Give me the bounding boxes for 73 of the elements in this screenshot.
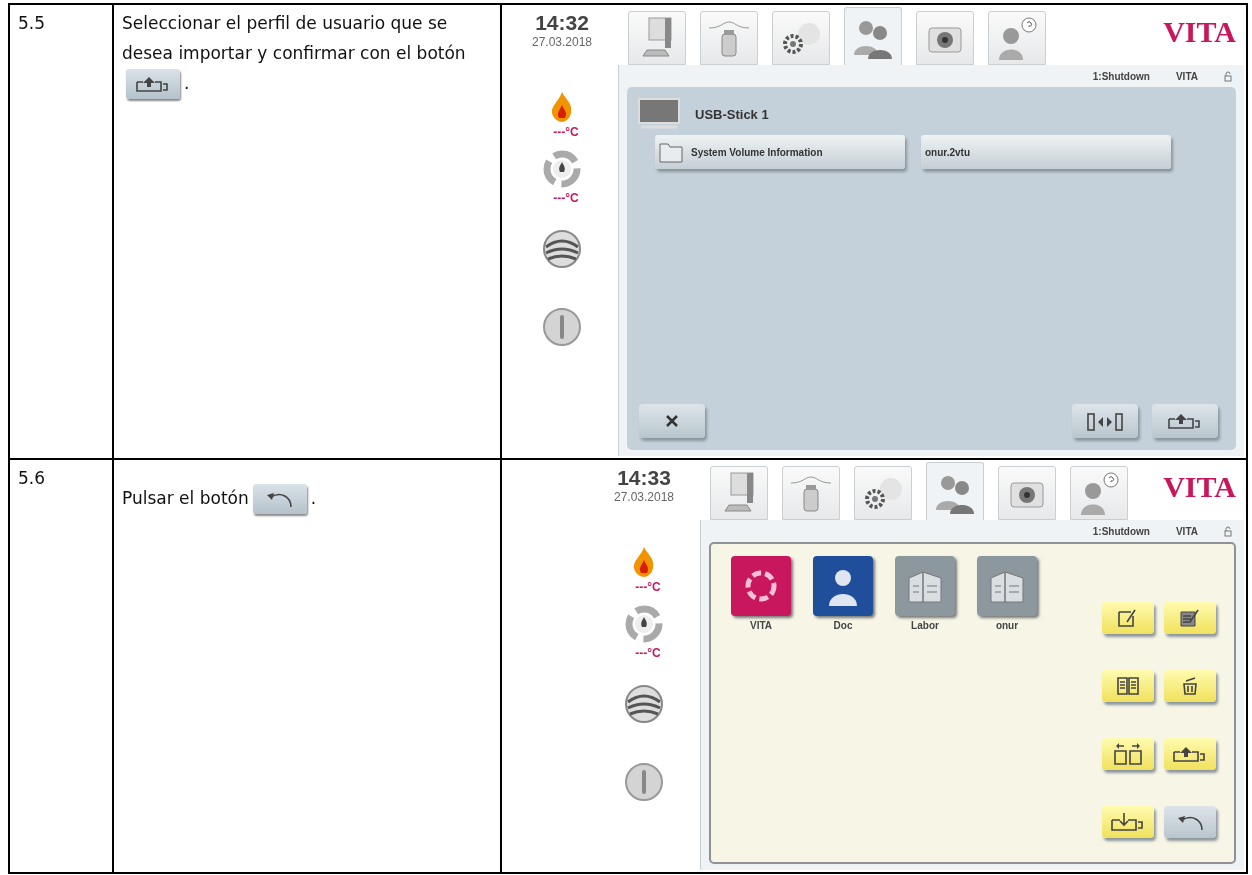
temperature-reading: ---°C xyxy=(553,191,579,205)
upload-icon xyxy=(135,74,171,93)
profile-tile[interactable] xyxy=(731,556,791,616)
punctuation: . xyxy=(184,72,190,93)
instruction-text: Seleccionar el perfil de usuario que se desea importar y confirmar con el botón xyxy=(122,13,466,63)
edit-icon xyxy=(1117,608,1139,628)
profile-tile[interactable] xyxy=(813,556,873,616)
step-number: 5.5 xyxy=(18,13,46,33)
power-button-icon[interactable] xyxy=(542,307,582,347)
monitor-icon xyxy=(637,97,681,131)
trash-icon xyxy=(1180,676,1200,696)
step-number: 5.6 xyxy=(18,468,46,488)
tab[interactable] xyxy=(998,466,1056,520)
profile-tile[interactable] xyxy=(977,556,1037,616)
folder-icon xyxy=(659,141,683,163)
punctuation: . xyxy=(310,488,317,508)
action-button[interactable] xyxy=(1102,670,1154,702)
clock-date: 27.03.2018 xyxy=(531,35,593,49)
file-entry[interactable]: onur.2vtu xyxy=(921,135,1171,169)
action-button[interactable] xyxy=(1164,806,1216,838)
program-status: 1:Shutdown xyxy=(1092,70,1150,82)
waves-icon[interactable] xyxy=(542,229,582,269)
lock-icon xyxy=(1224,70,1232,82)
edit-document-icon xyxy=(1179,608,1201,628)
drive-name: USB-Stick 1 xyxy=(695,106,769,122)
profile-name: Doc xyxy=(833,620,853,631)
tab[interactable] xyxy=(916,11,974,65)
clock-date: 27.03.2018 xyxy=(613,490,675,504)
tab[interactable] xyxy=(844,7,902,65)
swap-cards-icon xyxy=(1113,742,1143,766)
instruction-text: Pulsar el botón xyxy=(122,488,249,508)
action-button[interactable] xyxy=(1102,738,1154,770)
temperature-reading: ---°C xyxy=(553,125,579,139)
undo-arrow-icon xyxy=(266,490,294,508)
close-icon xyxy=(665,414,679,428)
upload-icon xyxy=(1167,412,1203,430)
profile-name: onur xyxy=(995,620,1019,631)
copy-icon xyxy=(1116,676,1140,696)
tab[interactable] xyxy=(926,462,984,520)
cycle-flame-icon xyxy=(542,149,582,189)
tab[interactable] xyxy=(710,466,768,520)
waves-icon[interactable] xyxy=(624,684,664,724)
clock-time: 14:32 xyxy=(535,11,589,35)
user-status: VITA xyxy=(1175,70,1198,82)
file-entry[interactable]: System Volume Information xyxy=(655,135,905,169)
action-button[interactable] xyxy=(1152,404,1218,438)
action-button[interactable] xyxy=(1164,602,1216,634)
action-button[interactable] xyxy=(639,404,705,438)
action-button[interactable] xyxy=(1102,602,1154,634)
tab[interactable] xyxy=(628,11,686,65)
profile-name: Labor xyxy=(911,620,939,631)
action-button[interactable] xyxy=(1164,738,1216,770)
clock-time: 14:33 xyxy=(617,466,671,490)
temperature-reading: ---°C xyxy=(635,580,661,594)
user-status: VITA xyxy=(1175,525,1198,537)
download-icon xyxy=(1110,812,1146,832)
profile-name: VITA xyxy=(749,620,772,631)
upload-icon xyxy=(1172,745,1208,763)
lock-icon xyxy=(1224,525,1232,537)
undo-arrow-icon xyxy=(1176,813,1204,831)
cycle-flame-icon xyxy=(624,604,664,644)
logo-text: VITA xyxy=(1163,15,1236,49)
action-button[interactable] xyxy=(1102,806,1154,838)
tab[interactable] xyxy=(772,11,830,65)
temperature-reading: ---°C xyxy=(635,646,661,660)
tab[interactable] xyxy=(854,466,912,520)
power-button-icon[interactable] xyxy=(624,762,664,802)
usb-swap-icon xyxy=(1085,410,1125,432)
profile-tile[interactable] xyxy=(895,556,955,616)
logo-text: VITA xyxy=(1163,470,1236,504)
program-status: 1:Shutdown xyxy=(1092,525,1150,537)
action-button[interactable] xyxy=(1072,404,1138,438)
action-button[interactable] xyxy=(1164,670,1216,702)
